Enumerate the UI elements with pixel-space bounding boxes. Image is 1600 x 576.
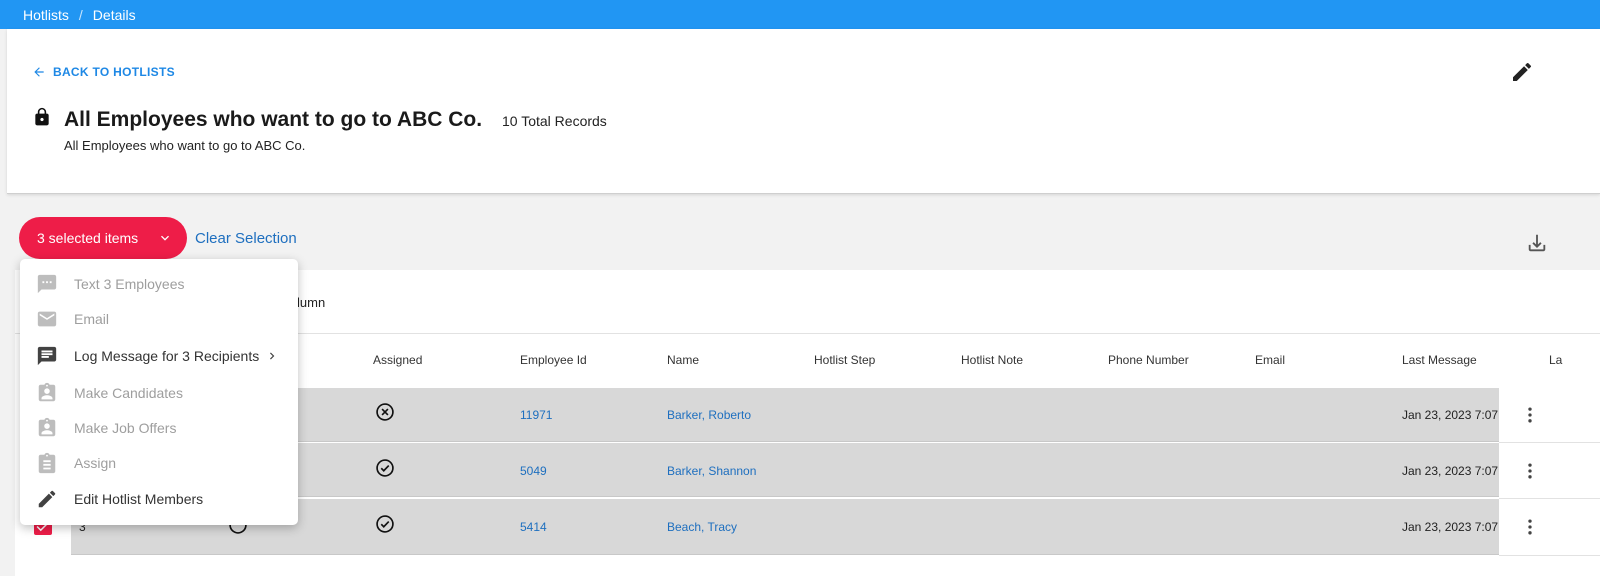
- selected-items-label: 3 selected items: [37, 230, 139, 246]
- menu-item-assign[interactable]: Assign: [20, 446, 298, 480]
- arrow-left-icon: [34, 67, 44, 77]
- employee-name-cell[interactable]: Beach, Tracy: [667, 520, 737, 534]
- menu-item-edit-hotlist-members[interactable]: Edit Hotlist Members: [20, 482, 298, 516]
- last-message-cell: Jan 23, 2023 7:07 PM: [1402, 520, 1499, 534]
- column-header-hotlist-note[interactable]: Hotlist Note: [961, 353, 1023, 367]
- more-vert-icon[interactable]: [1520, 405, 1540, 425]
- back-link-label: BACK TO HOTLISTS: [53, 65, 175, 79]
- row-divider: [1499, 555, 1600, 556]
- column-header-assigned[interactable]: Assigned: [373, 353, 422, 367]
- more-vert-icon[interactable]: [1520, 461, 1540, 481]
- employee-id-cell[interactable]: 5414: [520, 520, 547, 534]
- chat-bubble-icon: [37, 274, 57, 294]
- lock-icon: [35, 107, 49, 126]
- chevron-right-icon: [270, 352, 275, 360]
- selected-items-button[interactable]: 3 selected items: [19, 217, 187, 259]
- download-icon[interactable]: [1526, 232, 1548, 254]
- menu-item-label: Make Job Offers: [74, 420, 177, 436]
- employee-id-cell[interactable]: 11971: [520, 408, 552, 422]
- breadcrumb-current: Details: [92, 6, 136, 23]
- employee-id-cell[interactable]: 5049: [520, 464, 547, 478]
- column-header-truncated[interactable]: La: [1549, 353, 1562, 367]
- message-log-icon: [37, 346, 57, 366]
- menu-item-label: Text 3 Employees: [74, 276, 185, 292]
- page-subtitle: All Employees who want to go to ABC Co.: [64, 138, 306, 153]
- menu-item-label: Log Message for 3 Recipients: [74, 348, 260, 364]
- column-header-email[interactable]: Email: [1255, 353, 1285, 367]
- total-records-count: 10 Total Records: [502, 113, 607, 129]
- menu-item-text-employees[interactable]: Text 3 Employees: [20, 267, 298, 301]
- selection-actions-menu: Text 3 Employees Email Log Message for 3…: [20, 259, 298, 525]
- more-vert-icon[interactable]: [1520, 517, 1540, 537]
- column-header-hotlist-step[interactable]: Hotlist Step: [814, 353, 875, 367]
- clipboard-icon: [38, 452, 56, 474]
- row-divider: [1499, 442, 1600, 443]
- chevron-down-icon: [161, 235, 169, 241]
- menu-item-make-candidates[interactable]: Make Candidates: [20, 376, 298, 410]
- menu-item-email[interactable]: Email: [20, 302, 298, 336]
- row-divider: [1499, 498, 1600, 499]
- column-header-last-message[interactable]: Last Message: [1402, 353, 1477, 367]
- menu-item-label: Make Candidates: [74, 385, 183, 401]
- column-header-employee-id[interactable]: Employee Id: [520, 353, 587, 367]
- last-message-cell: Jan 23, 2023 7:07 PM: [1402, 408, 1499, 422]
- menu-item-log-message[interactable]: Log Message for 3 Recipients: [20, 339, 298, 373]
- next-row-placeholder: [15, 555, 71, 576]
- check-circle-icon: [376, 515, 394, 533]
- column-header-phone-number[interactable]: Phone Number: [1108, 353, 1189, 367]
- menu-item-label: Email: [74, 311, 110, 327]
- badge-icon: [38, 417, 56, 437]
- clear-selection-link[interactable]: Clear Selection: [195, 230, 297, 247]
- page-title: All Employees who want to go to ABC Co.: [64, 108, 483, 131]
- employee-name-cell[interactable]: Barker, Shannon: [667, 464, 756, 478]
- email-icon: [37, 311, 57, 327]
- breadcrumb-separator: /: [78, 6, 83, 23]
- columns-button[interactable]: lumn: [297, 295, 325, 310]
- pencil-icon: [38, 490, 56, 508]
- edit-pencil-icon[interactable]: [1510, 60, 1534, 84]
- badge-icon: [38, 382, 56, 402]
- cancel-circle-icon: [376, 403, 394, 421]
- menu-item-label: Assign: [74, 455, 117, 471]
- hotlist-header-card: BACK TO HOTLISTS All Employees who want …: [7, 29, 1600, 194]
- employee-name-cell[interactable]: Barker, Roberto: [667, 408, 751, 422]
- breadcrumb-bar: Hotlists / Details: [0, 0, 1600, 29]
- menu-item-label: Edit Hotlist Members: [74, 491, 204, 507]
- menu-item-make-job-offers[interactable]: Make Job Offers: [20, 411, 298, 445]
- breadcrumb-hotlists-link[interactable]: Hotlists: [23, 7, 69, 23]
- last-message-cell: Jan 23, 2023 7:07 PM: [1402, 464, 1499, 478]
- column-header-name[interactable]: Name: [667, 353, 699, 367]
- check-circle-icon: [376, 459, 394, 477]
- back-to-hotlists-link[interactable]: BACK TO HOTLISTS: [32, 65, 175, 79]
